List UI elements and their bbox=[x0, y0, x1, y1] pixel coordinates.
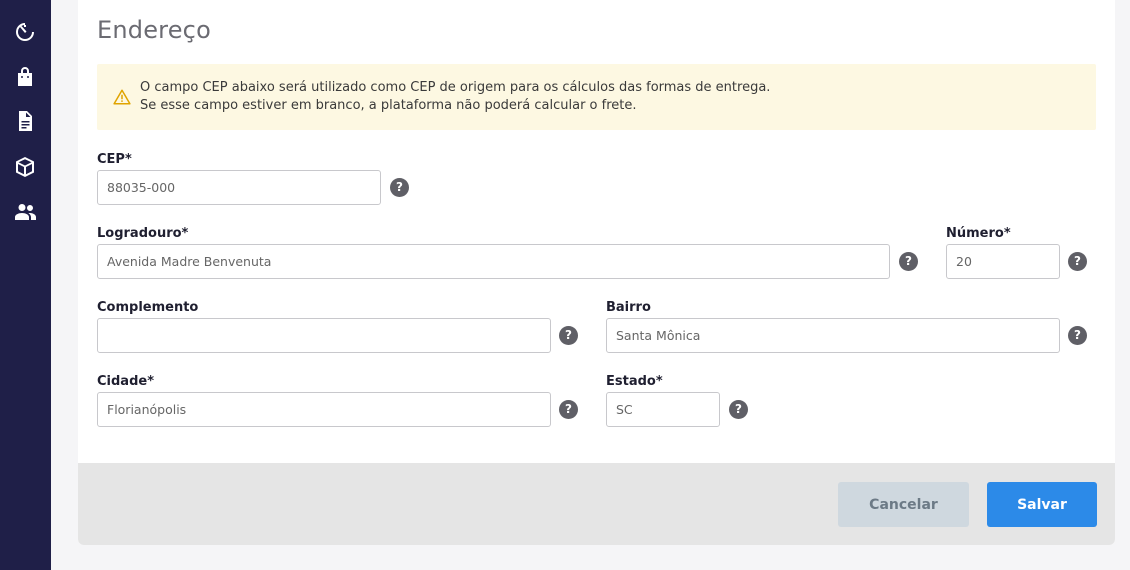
estado-help-icon[interactable]: ? bbox=[729, 400, 748, 419]
shopping-bag-icon[interactable] bbox=[12, 64, 38, 90]
numero-input[interactable] bbox=[946, 244, 1060, 279]
bairro-input[interactable] bbox=[606, 318, 1060, 353]
section-title: Endereço bbox=[97, 16, 211, 44]
complemento-input[interactable] bbox=[97, 318, 551, 353]
address-form: Endereço O campo CEP abaixo será utiliza… bbox=[78, 0, 1115, 463]
cidade-help-icon[interactable]: ? bbox=[559, 400, 578, 419]
numero-help-icon[interactable]: ? bbox=[1068, 252, 1087, 271]
logradouro-label: Logradouro* bbox=[97, 226, 189, 241]
bairro-help-icon[interactable]: ? bbox=[1068, 326, 1087, 345]
logradouro-input[interactable] bbox=[97, 244, 890, 279]
cep-help-icon[interactable]: ? bbox=[390, 178, 409, 197]
cep-input[interactable] bbox=[97, 170, 381, 205]
logradouro-help-icon[interactable]: ? bbox=[899, 252, 918, 271]
cidade-label: Cidade* bbox=[97, 374, 154, 389]
alert-line-2: Se esse campo estiver em branco, a plata… bbox=[140, 98, 637, 113]
complemento-help-icon[interactable]: ? bbox=[559, 326, 578, 345]
warning-icon bbox=[113, 89, 131, 105]
address-card: Endereço O campo CEP abaixo será utiliza… bbox=[78, 0, 1115, 545]
estado-label: Estado* bbox=[606, 374, 663, 389]
users-icon[interactable] bbox=[12, 199, 38, 225]
document-icon[interactable] bbox=[12, 108, 38, 134]
cep-info-alert: O campo CEP abaixo será utilizado como C… bbox=[97, 64, 1096, 130]
alert-line-1: O campo CEP abaixo será utilizado como C… bbox=[140, 80, 771, 95]
bairro-label: Bairro bbox=[606, 300, 651, 315]
cidade-input[interactable] bbox=[97, 392, 551, 427]
timer-icon[interactable] bbox=[12, 19, 38, 45]
cep-label: CEP* bbox=[97, 152, 132, 167]
save-button[interactable]: Salvar bbox=[987, 482, 1097, 527]
cancel-button[interactable]: Cancelar bbox=[838, 482, 969, 527]
numero-label: Número* bbox=[946, 226, 1011, 241]
estado-input[interactable] bbox=[606, 392, 720, 427]
form-footer: Cancelar Salvar bbox=[78, 463, 1115, 545]
box-icon[interactable] bbox=[12, 154, 38, 180]
sidebar bbox=[0, 0, 51, 570]
alert-text: O campo CEP abaixo será utilizado como C… bbox=[140, 79, 770, 115]
complemento-label: Complemento bbox=[97, 300, 199, 315]
